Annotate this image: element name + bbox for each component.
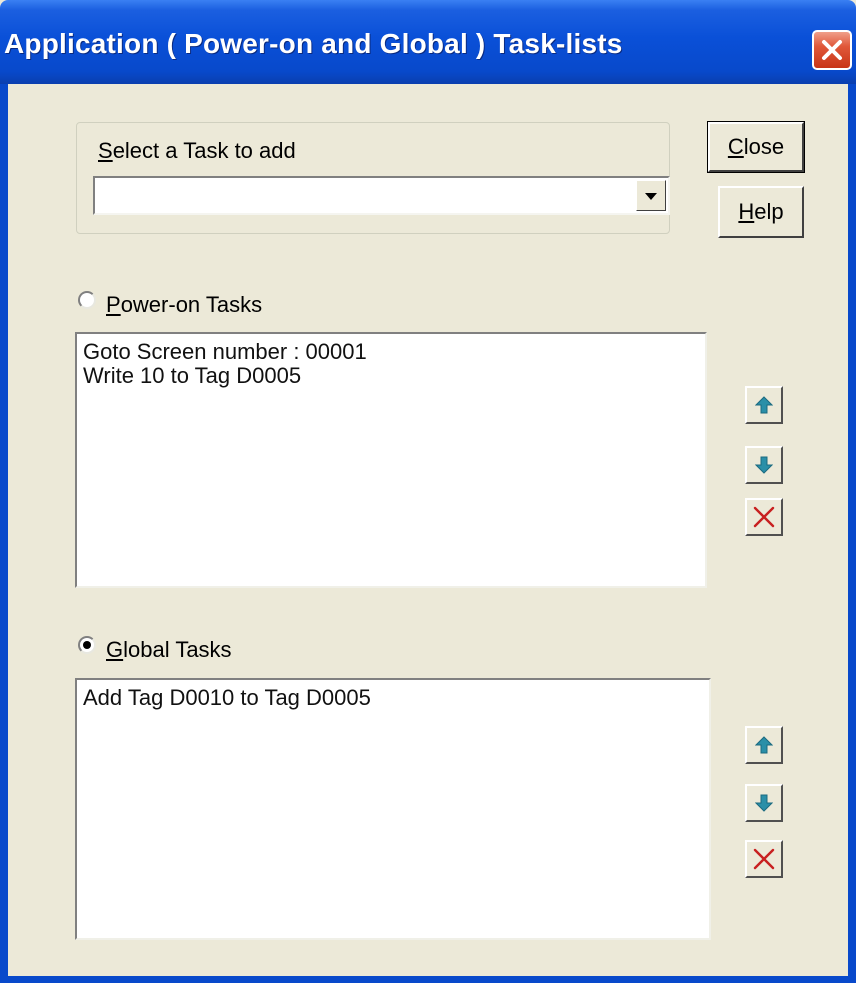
power-on-label-text: ower-on Tasks: [120, 292, 263, 317]
global-delete-button[interactable]: [745, 840, 783, 878]
power-on-delete-button[interactable]: [745, 498, 783, 536]
close-button-text: lose: [743, 134, 785, 159]
close-icon: [822, 40, 842, 60]
power-on-radio[interactable]: [78, 291, 96, 309]
global-label-accel: G: [106, 637, 124, 662]
help-button-accel: H: [738, 199, 755, 224]
power-on-task-list[interactable]: Goto Screen number : 00001 Write 10 to T…: [75, 332, 707, 588]
close-window-button[interactable]: [812, 30, 852, 70]
select-task-label: Select a Task to add: [98, 138, 296, 164]
chevron-down-icon: [645, 192, 657, 200]
close-button-accel: C: [727, 134, 744, 159]
power-on-move-up-button[interactable]: [745, 386, 783, 424]
close-button-label: Close: [728, 134, 784, 160]
list-item[interactable]: Add Tag D0010 to Tag D0005: [83, 686, 703, 710]
window-frame-right: [848, 84, 856, 983]
window-title: Application ( Power-on and Global ) Task…: [4, 28, 623, 59]
task-lists-dialog: Application ( Power-on and Global ) Task…: [0, 0, 856, 983]
dialog-body: Select a Task to add Close Help Power-on…: [8, 84, 848, 976]
help-button-label: Help: [738, 199, 783, 225]
delete-x-icon: [753, 506, 775, 528]
help-button-text: elp: [754, 199, 784, 224]
list-item[interactable]: Write 10 to Tag D0005: [83, 364, 699, 388]
arrow-down-icon: [755, 794, 773, 812]
arrow-down-icon: [755, 456, 773, 474]
global-radio[interactable]: [78, 636, 96, 654]
global-move-down-button[interactable]: [745, 784, 783, 822]
global-task-list[interactable]: Add Tag D0010 to Tag D0005: [75, 678, 711, 940]
title-bar[interactable]: Application ( Power-on and Global ) Task…: [0, 0, 856, 84]
dropdown-button[interactable]: [636, 180, 666, 211]
window-frame-left: [0, 84, 8, 983]
radio-selected-dot: [83, 641, 91, 649]
select-task-label-accel: S: [98, 138, 113, 163]
power-on-label: Power-on Tasks: [106, 292, 262, 318]
global-label-text: lobal Tasks: [123, 637, 232, 662]
power-on-move-down-button[interactable]: [745, 446, 783, 484]
global-label: Global Tasks: [106, 637, 232, 663]
global-move-up-button[interactable]: [745, 726, 783, 764]
window-frame-bottom: [0, 976, 856, 983]
close-button[interactable]: Close: [707, 121, 805, 173]
arrow-up-icon: [755, 736, 773, 754]
arrow-up-icon: [755, 396, 773, 414]
power-on-label-accel: P: [106, 292, 121, 317]
list-item[interactable]: Goto Screen number : 00001: [83, 340, 699, 364]
select-task-label-text: elect a Task to add: [112, 138, 296, 163]
delete-x-icon: [753, 848, 775, 870]
task-select-dropdown[interactable]: [93, 176, 670, 215]
help-button[interactable]: Help: [718, 186, 804, 238]
